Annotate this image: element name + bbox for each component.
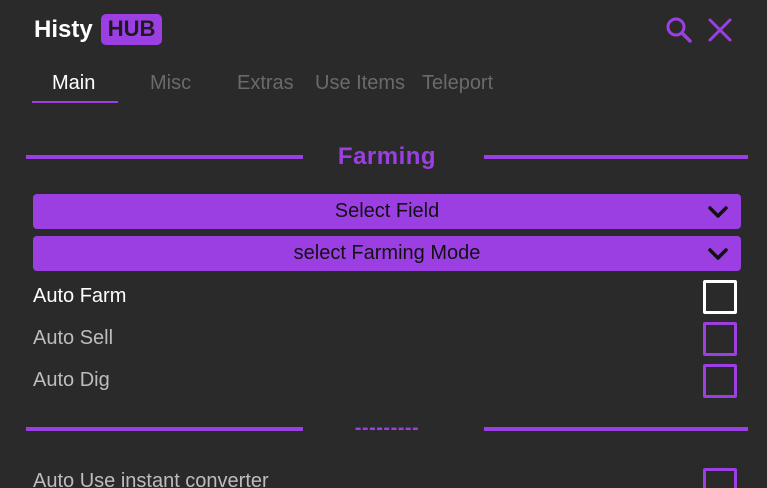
tab-extras[interactable]: Extras: [237, 72, 294, 95]
toggle-auto-sell[interactable]: Auto Sell: [33, 321, 737, 356]
select-field-dropdown[interactable]: Select Field: [33, 194, 741, 229]
auto-use-converter-checkbox[interactable]: [703, 468, 737, 488]
histy-hub-window: Histy HUB Main Misc Extras Use Items Tel…: [0, 0, 767, 488]
toggle-label: Auto Use instant converter: [33, 470, 269, 488]
window-title: Histy HUB: [34, 14, 163, 45]
close-icon[interactable]: [707, 16, 733, 44]
tab-main[interactable]: Main: [52, 72, 95, 95]
toggle-label: Auto Dig: [33, 369, 110, 391]
toggle-auto-dig[interactable]: Auto Dig: [33, 363, 737, 398]
hub-badge: HUB: [100, 14, 163, 45]
dropdown-label: Select Field: [334, 200, 440, 222]
section-misc-divider: ---------: [26, 415, 748, 445]
dropdown-label: select Farming Mode: [293, 242, 481, 264]
toggle-auto-farm[interactable]: Auto Farm: [33, 279, 737, 314]
window-controls: [665, 16, 733, 44]
active-tab-underline: [32, 101, 118, 103]
toggle-label: Auto Farm: [33, 285, 127, 307]
chevron-down-icon: [707, 247, 729, 266]
app-title: Histy: [34, 15, 93, 43]
search-icon[interactable]: [665, 16, 693, 44]
toggle-label: Auto Sell: [33, 327, 114, 349]
auto-sell-checkbox[interactable]: [703, 322, 737, 356]
tab-teleport[interactable]: Teleport: [422, 72, 493, 95]
auto-farm-checkbox[interactable]: [703, 280, 737, 314]
section-divider-right: [484, 427, 748, 431]
farming-mode-dropdown[interactable]: select Farming Mode: [33, 236, 741, 271]
chevron-down-icon: [707, 205, 729, 224]
tab-use-items[interactable]: Use Items: [315, 72, 405, 95]
auto-dig-checkbox[interactable]: [703, 364, 737, 398]
tab-misc[interactable]: Misc: [150, 72, 191, 95]
section-farming: Farming: [26, 142, 748, 172]
section-divider-right: [484, 155, 748, 159]
toggle-auto-use-converter[interactable]: Auto Use instant converter: [33, 464, 737, 488]
